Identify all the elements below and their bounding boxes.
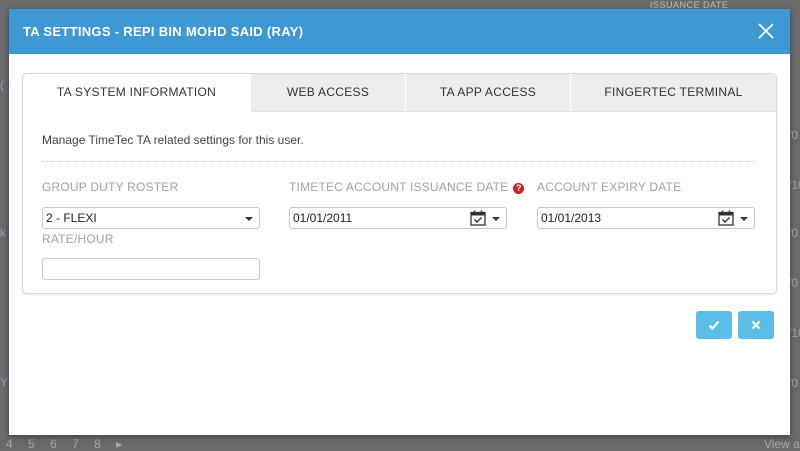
calendar-icon[interactable] xyxy=(470,210,487,226)
tab-bar: TA SYSTEM INFORMATION WEB ACCESS TA APP … xyxy=(23,74,776,112)
expiry-date-input[interactable]: 01/01/2013 xyxy=(537,207,755,229)
ta-settings-modal: TA SETTINGS - REPI BIN MOHD SAID (RAY) T… xyxy=(9,9,790,435)
chevron-down-icon[interactable] xyxy=(740,217,748,221)
background-left-fragment: Y xyxy=(0,375,9,389)
tab-ta-app-access[interactable]: TA APP ACCESS xyxy=(406,74,571,111)
divider xyxy=(42,161,756,162)
group-duty-roster-value: 2 - FLEXI xyxy=(46,211,97,225)
cancel-button[interactable] xyxy=(738,311,774,339)
settings-card: TA SYSTEM INFORMATION WEB ACCESS TA APP … xyxy=(22,73,777,294)
confirm-button[interactable] xyxy=(696,311,732,339)
group-duty-roster-select[interactable]: 2 - FLEXI xyxy=(42,207,260,229)
expiry-date-label: ACCOUNT EXPIRY DATE xyxy=(537,180,682,194)
pager-item[interactable]: 6 xyxy=(50,437,57,451)
pager-item[interactable]: 5 xyxy=(28,437,35,451)
issuance-date-label: TIMETEC ACCOUNT ISSUANCE DATE? xyxy=(289,180,525,194)
tab-fingertec-terminal[interactable]: FINGERTEC TERMINAL xyxy=(571,74,776,111)
modal-header: TA SETTINGS - REPI BIN MOHD SAID (RAY) xyxy=(9,9,790,54)
background-left-fragment: ( xyxy=(0,78,4,92)
settings-description: Manage TimeTec TA related settings for t… xyxy=(42,133,304,147)
issuance-date-value: 01/01/2011 xyxy=(293,211,353,225)
check-icon xyxy=(708,320,720,331)
x-icon xyxy=(751,320,761,330)
calendar-icon[interactable] xyxy=(718,210,735,226)
background-view-all: View a xyxy=(764,437,800,451)
tab-web-access[interactable]: WEB ACCESS xyxy=(251,74,406,111)
rate-hour-input[interactable] xyxy=(42,258,260,280)
group-duty-roster-label: GROUP DUTY ROSTER xyxy=(42,180,179,194)
pager-item[interactable]: 4 xyxy=(6,437,13,451)
pager-item[interactable]: 7 xyxy=(72,437,79,451)
close-icon[interactable] xyxy=(756,21,776,41)
issuance-date-label-text: TIMETEC ACCOUNT ISSUANCE DATE xyxy=(289,180,509,194)
modal-title: TA SETTINGS - REPI BIN MOHD SAID (RAY) xyxy=(23,24,304,39)
pager-item[interactable]: 8 xyxy=(94,437,101,451)
background-pager: 4 5 6 7 8 ▸ xyxy=(6,437,134,451)
chevron-down-icon[interactable] xyxy=(492,217,500,221)
expiry-date-value: 01/01/2013 xyxy=(541,211,602,225)
tab-ta-system-information[interactable]: TA SYSTEM INFORMATION xyxy=(23,74,251,112)
issuance-date-input[interactable]: 01/01/2011 xyxy=(289,207,507,229)
background-left-fragment: k xyxy=(0,226,6,240)
rate-hour-label: RATE/HOUR xyxy=(42,232,114,246)
help-icon[interactable]: ? xyxy=(513,183,525,194)
pager-next-icon[interactable]: ▸ xyxy=(116,437,122,451)
chevron-down-icon xyxy=(245,217,253,221)
